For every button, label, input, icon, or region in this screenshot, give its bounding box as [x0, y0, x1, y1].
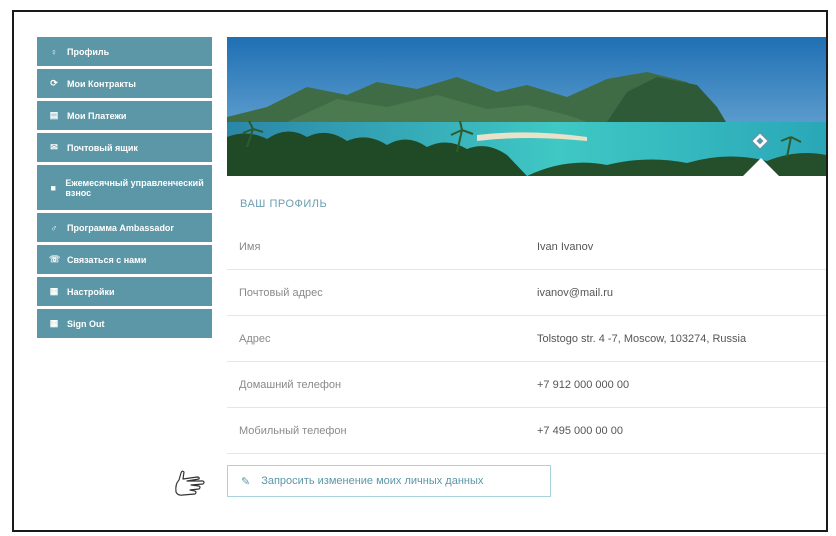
- sidebar-item-label: Почтовый ящик: [67, 142, 138, 153]
- sidebar-item-ambassador[interactable]: ♂ Программа Ambassador: [37, 213, 212, 242]
- hero-banner-image: [227, 37, 826, 176]
- field-label: Имя: [239, 241, 261, 253]
- sidebar-item-mailbox[interactable]: ✉ Почтовый ящик: [37, 133, 212, 162]
- sidebar-item-label: Профиль: [67, 46, 110, 57]
- sidebar-item-settings[interactable]: ▦ Настройки: [37, 277, 212, 306]
- contracts-icon: ⟳: [50, 78, 58, 88]
- field-label: Мобильный телефон: [239, 425, 347, 437]
- sidebar-item-monthly-fee[interactable]: ■ Ежемесячный управленческий взнос: [37, 165, 212, 210]
- sidebar-item-label: Настройки: [67, 286, 115, 297]
- pointing-hand-icon: [175, 470, 205, 496]
- field-label: Почтовый адрес: [239, 287, 323, 299]
- sidebar-item-label: Мои Контракты: [67, 78, 136, 89]
- profile-row-address: Адрес Tolstogo str. 4 -7, Moscow, 103274…: [227, 316, 826, 362]
- mailbox-icon: ✉: [50, 142, 58, 152]
- person-icon: ♀: [50, 46, 58, 57]
- profile-row-email: Почтовый адрес ivanov@mail.ru: [227, 270, 826, 316]
- field-value: Ivan Ivanov: [537, 241, 594, 253]
- field-label: Адрес: [239, 333, 271, 345]
- sidebar-item-contact[interactable]: ☏ Связаться с нами: [37, 245, 212, 274]
- sidebar: ♀ Профиль ⟳ Мои Контракты ▤ Мои Платежи …: [37, 37, 212, 341]
- sidebar-item-contracts[interactable]: ⟳ Мои Контракты: [37, 69, 212, 98]
- profile-row-mobile-phone: Мобильный телефон +7 495 000 00 00: [227, 408, 826, 454]
- field-value: Tolstogo str. 4 -7, Moscow, 103274, Russ…: [537, 333, 747, 345]
- field-value: +7 912 000 000 00: [537, 379, 630, 391]
- field-value: +7 495 000 00 00: [537, 425, 623, 437]
- sidebar-item-profile[interactable]: ♀ Профиль: [37, 37, 212, 66]
- sidebar-item-label: Sign Out: [67, 318, 105, 329]
- sidebar-item-sign-out[interactable]: ▦ Sign Out: [37, 309, 212, 338]
- document-icon: ■: [50, 182, 56, 193]
- sign-out-icon: ▦: [49, 318, 59, 328]
- ambassador-icon: ♂: [50, 222, 58, 233]
- profile-row-home-phone: Домашний телефон +7 912 000 000 00: [227, 362, 826, 408]
- sidebar-item-label: Ежемесячный управленческий взнос: [65, 177, 204, 198]
- sidebar-item-label: Программа Ambassador: [67, 222, 174, 233]
- contact-icon: ☏: [49, 254, 61, 264]
- profile-row-name: Имя Ivan Ivanov: [227, 224, 826, 270]
- sidebar-item-payments[interactable]: ▤ Мои Платежи: [37, 101, 212, 130]
- diamond-icon: [750, 131, 770, 151]
- sidebar-item-label: Связаться с нами: [67, 254, 147, 265]
- request-change-button[interactable]: ✎ Запросить изменение моих личных данных: [227, 465, 551, 497]
- sidebar-item-label: Мои Платежи: [67, 110, 127, 121]
- field-value: ivanov@mail.ru: [537, 287, 613, 299]
- request-change-label: Запросить изменение моих личных данных: [261, 475, 484, 487]
- page-title: ВАШ ПРОФИЛЬ: [240, 198, 328, 210]
- field-label: Домашний телефон: [239, 379, 342, 391]
- pencil-icon: ✎: [241, 475, 251, 488]
- payments-icon: ▤: [49, 110, 59, 120]
- settings-icon: ▦: [49, 286, 59, 296]
